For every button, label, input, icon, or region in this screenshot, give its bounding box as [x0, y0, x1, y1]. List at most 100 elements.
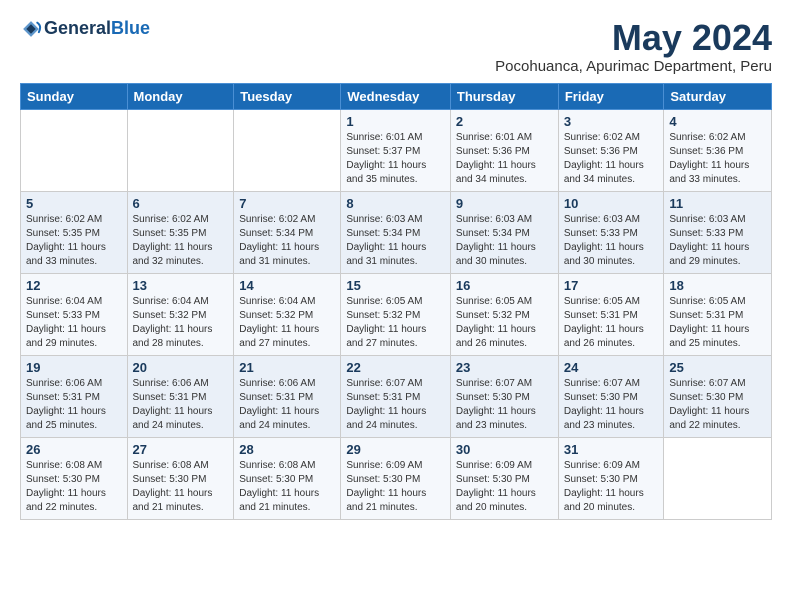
calendar-cell: 2 Sunrise: 6:01 AM Sunset: 5:36 PM Daylig…: [450, 109, 558, 191]
day-info: Sunrise: 6:02 AM Sunset: 5:35 PM Dayligh…: [133, 213, 229, 269]
day-number: 23: [456, 360, 553, 375]
day-number: 2: [456, 114, 553, 129]
weekday-header: Sunday: [21, 83, 128, 109]
weekday-header: Monday: [127, 83, 234, 109]
day-info: Sunrise: 6:02 AM Sunset: 5:35 PM Dayligh…: [26, 213, 122, 269]
calendar-cell: 14 Sunrise: 6:04 AM Sunset: 5:32 PM Dayli…: [234, 273, 341, 355]
calendar-cell: 16 Sunrise: 6:05 AM Sunset: 5:32 PM Dayli…: [450, 273, 558, 355]
calendar-cell: 31 Sunrise: 6:09 AM Sunset: 5:30 PM Dayli…: [558, 437, 664, 519]
calendar-cell: 9Sunrise: 6:03 AM Sunset: 5:34 PM Daylig…: [450, 191, 558, 273]
day-info: Sunrise: 6:04 AM Sunset: 5:32 PM Dayligh…: [133, 295, 229, 351]
day-number: 8: [346, 196, 445, 211]
calendar-week: 12 Sunrise: 6:04 AM Sunset: 5:33 PM Dayli…: [21, 273, 772, 355]
day-info: Sunrise: 6:08 AM Sunset: 5:30 PM Dayligh…: [239, 459, 335, 515]
day-info: Sunrise: 6:06 AM Sunset: 5:31 PM Dayligh…: [239, 377, 335, 433]
calendar-cell: [127, 109, 234, 191]
day-number: 6: [133, 196, 229, 211]
day-number: 4: [669, 114, 766, 129]
day-info: Sunrise: 6:09 AM Sunset: 5:30 PM Dayligh…: [564, 459, 659, 515]
day-number: 17: [564, 278, 659, 293]
calendar-cell: 4Sunrise: 6:02 AM Sunset: 5:36 PM Daylig…: [664, 109, 772, 191]
calendar-week: 19 Sunrise: 6:06 AM Sunset: 5:31 PM Dayli…: [21, 355, 772, 437]
day-info: Sunrise: 6:08 AM Sunset: 5:30 PM Dayligh…: [26, 459, 122, 515]
day-info: Sunrise: 6:01 AM Sunset: 5:37 PM Dayligh…: [346, 131, 445, 187]
weekday-row: SundayMondayTuesdayWednesdayThursdayFrid…: [21, 83, 772, 109]
day-number: 30: [456, 442, 553, 457]
calendar-week: 1 Sunrise: 6:01 AM Sunset: 5:37 PM Daylig…: [21, 109, 772, 191]
weekday-header: Wednesday: [341, 83, 451, 109]
day-info: Sunrise: 6:07 AM Sunset: 5:30 PM Dayligh…: [456, 377, 553, 433]
calendar-cell: 1 Sunrise: 6:01 AM Sunset: 5:37 PM Daylig…: [341, 109, 451, 191]
calendar-cell: 13 Sunrise: 6:04 AM Sunset: 5:32 PM Dayli…: [127, 273, 234, 355]
day-number: 20: [133, 360, 229, 375]
day-info: Sunrise: 6:09 AM Sunset: 5:30 PM Dayligh…: [346, 459, 445, 515]
day-number: 24: [564, 360, 659, 375]
calendar-cell: 28 Sunrise: 6:08 AM Sunset: 5:30 PM Dayli…: [234, 437, 341, 519]
day-info: Sunrise: 6:01 AM Sunset: 5:36 PM Dayligh…: [456, 131, 553, 187]
calendar-cell: 23 Sunrise: 6:07 AM Sunset: 5:30 PM Dayli…: [450, 355, 558, 437]
calendar-body: 1 Sunrise: 6:01 AM Sunset: 5:37 PM Daylig…: [21, 109, 772, 519]
calendar-cell: 7 Sunrise: 6:02 AM Sunset: 5:34 PM Daylig…: [234, 191, 341, 273]
day-number: 13: [133, 278, 229, 293]
day-number: 10: [564, 196, 659, 211]
day-number: 14: [239, 278, 335, 293]
calendar-cell: 26Sunrise: 6:08 AM Sunset: 5:30 PM Dayli…: [21, 437, 128, 519]
day-number: 19: [26, 360, 122, 375]
calendar-week: 26Sunrise: 6:08 AM Sunset: 5:30 PM Dayli…: [21, 437, 772, 519]
day-info: Sunrise: 6:07 AM Sunset: 5:30 PM Dayligh…: [669, 377, 766, 433]
subtitle: Pocohuanca, Apurimac Department, Peru: [495, 58, 772, 75]
calendar-cell: 17Sunrise: 6:05 AM Sunset: 5:31 PM Dayli…: [558, 273, 664, 355]
header: GeneralBlue May 2024 Pocohuanca, Apurima…: [20, 18, 772, 75]
logo-blue: Blue: [111, 18, 150, 38]
day-info: Sunrise: 6:03 AM Sunset: 5:33 PM Dayligh…: [669, 213, 766, 269]
calendar-cell: 6 Sunrise: 6:02 AM Sunset: 5:35 PM Daylig…: [127, 191, 234, 273]
calendar-cell: 21 Sunrise: 6:06 AM Sunset: 5:31 PM Dayli…: [234, 355, 341, 437]
calendar: SundayMondayTuesdayWednesdayThursdayFrid…: [20, 83, 772, 520]
day-number: 1: [346, 114, 445, 129]
calendar-cell: 25 Sunrise: 6:07 AM Sunset: 5:30 PM Dayli…: [664, 355, 772, 437]
calendar-cell: 3 Sunrise: 6:02 AM Sunset: 5:36 PM Daylig…: [558, 109, 664, 191]
calendar-cell: 8 Sunrise: 6:03 AM Sunset: 5:34 PM Daylig…: [341, 191, 451, 273]
weekday-header: Thursday: [450, 83, 558, 109]
day-info: Sunrise: 6:04 AM Sunset: 5:33 PM Dayligh…: [26, 295, 122, 351]
logo-icon: [20, 18, 42, 40]
day-number: 25: [669, 360, 766, 375]
calendar-cell: 22 Sunrise: 6:07 AM Sunset: 5:31 PM Dayli…: [341, 355, 451, 437]
day-info: Sunrise: 6:03 AM Sunset: 5:34 PM Dayligh…: [346, 213, 445, 269]
calendar-cell: 11 Sunrise: 6:03 AM Sunset: 5:33 PM Dayli…: [664, 191, 772, 273]
day-number: 11: [669, 196, 766, 211]
weekday-header: Tuesday: [234, 83, 341, 109]
day-number: 16: [456, 278, 553, 293]
calendar-cell: 30Sunrise: 6:09 AM Sunset: 5:30 PM Dayli…: [450, 437, 558, 519]
day-number: 22: [346, 360, 445, 375]
day-number: 28: [239, 442, 335, 457]
day-info: Sunrise: 6:02 AM Sunset: 5:34 PM Dayligh…: [239, 213, 335, 269]
day-info: Sunrise: 6:05 AM Sunset: 5:32 PM Dayligh…: [346, 295, 445, 351]
calendar-cell: 19 Sunrise: 6:06 AM Sunset: 5:31 PM Dayli…: [21, 355, 128, 437]
day-number: 7: [239, 196, 335, 211]
day-number: 21: [239, 360, 335, 375]
logo-general: General: [44, 18, 111, 38]
calendar-cell: 10 Sunrise: 6:03 AM Sunset: 5:33 PM Dayli…: [558, 191, 664, 273]
calendar-cell: 29 Sunrise: 6:09 AM Sunset: 5:30 PM Dayli…: [341, 437, 451, 519]
calendar-cell: [234, 109, 341, 191]
calendar-cell: 5Sunrise: 6:02 AM Sunset: 5:35 PM Daylig…: [21, 191, 128, 273]
day-number: 12: [26, 278, 122, 293]
day-info: Sunrise: 6:05 AM Sunset: 5:32 PM Dayligh…: [456, 295, 553, 351]
day-number: 31: [564, 442, 659, 457]
calendar-cell: [21, 109, 128, 191]
day-number: 29: [346, 442, 445, 457]
calendar-cell: 15Sunrise: 6:05 AM Sunset: 5:32 PM Dayli…: [341, 273, 451, 355]
calendar-cell: 18Sunrise: 6:05 AM Sunset: 5:31 PM Dayli…: [664, 273, 772, 355]
day-info: Sunrise: 6:06 AM Sunset: 5:31 PM Dayligh…: [26, 377, 122, 433]
logo: GeneralBlue: [20, 18, 150, 40]
day-number: 3: [564, 114, 659, 129]
logo-text: GeneralBlue: [44, 19, 150, 39]
day-number: 18: [669, 278, 766, 293]
day-info: Sunrise: 6:08 AM Sunset: 5:30 PM Dayligh…: [133, 459, 229, 515]
day-info: Sunrise: 6:04 AM Sunset: 5:32 PM Dayligh…: [239, 295, 335, 351]
day-info: Sunrise: 6:02 AM Sunset: 5:36 PM Dayligh…: [564, 131, 659, 187]
day-number: 27: [133, 442, 229, 457]
day-info: Sunrise: 6:07 AM Sunset: 5:31 PM Dayligh…: [346, 377, 445, 433]
day-info: Sunrise: 6:03 AM Sunset: 5:33 PM Dayligh…: [564, 213, 659, 269]
